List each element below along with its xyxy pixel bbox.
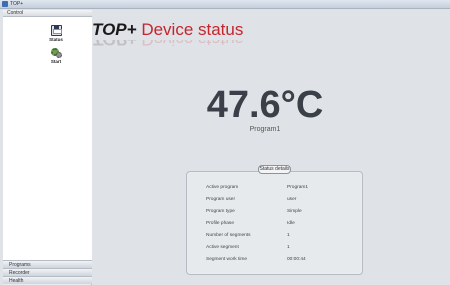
status-row-label: Program type [206,209,235,214]
status-row-label: Active program [206,185,239,190]
window-titlebar: TOP+ [0,0,450,9]
status-row-number-of-segments: Number of segments 1 [187,231,364,241]
status-button[interactable]: Status [44,25,68,42]
status-row-value: user [287,197,297,202]
status-row-program-user: Program user user [187,195,364,205]
window-title: TOP+ [10,1,24,7]
sidebar: Control Status Start Programs Recorder H… [3,10,92,285]
sidebar-item-health[interactable]: Health [3,276,92,284]
status-button-label: Status [49,37,63,42]
start-button[interactable]: Start [44,47,68,64]
status-row-label: Program user [206,197,236,202]
status-row-value: 00:00:44 [287,257,306,262]
status-row-value: 1 [287,233,290,238]
sidebar-header[interactable]: Control [3,10,92,17]
page-title-reflection: TOP+ Device status [92,40,243,48]
current-program-label: Program1 [249,126,281,133]
status-row-active-program: Active program Program1 [187,183,364,193]
status-row-value: 1 [287,245,290,250]
status-row-value: Simple [287,209,302,214]
sidebar-item-recorder[interactable]: Recorder [3,268,92,276]
status-row-profile-phase: Profile phase Idle [187,219,364,229]
status-row-label: Active segment [206,245,239,250]
brand-name-reflection: TOP+ [92,40,137,48]
temperature-readout: 47.6°C [206,84,324,126]
status-row-value: Idle [287,221,295,226]
status-row-program-type: Program type Simple [187,207,364,217]
status-row-active-segment: Active segment 1 [187,243,364,253]
gear-icon [50,47,62,58]
sidebar-item-programs[interactable]: Programs [3,260,92,268]
page-title-text: Device status [141,20,244,39]
status-row-label: Number of segments [206,233,251,238]
app-icon [2,1,8,7]
status-row-value: Program1 [287,185,309,190]
status-row-label: Segment work time [206,257,248,262]
page-title: TOP+ Device status [92,21,243,39]
status-details-caption: Status details [258,165,291,174]
sidebar-header-label: Control [7,10,24,16]
page-title-text-reflection: Device status [141,40,243,48]
status-details-panel: Active program Program1 Program user use… [186,171,363,275]
status-row-label: Profile phase [206,221,234,226]
floppy-icon [50,25,62,36]
status-row-segment-work-time: Segment work time 00:00:44 [187,255,364,265]
brand-name: TOP+ [92,20,137,39]
sidebar-item-label: Health [9,278,24,284]
start-button-label: Start [50,59,62,64]
sidebar-panel: Status Start [3,17,92,266]
